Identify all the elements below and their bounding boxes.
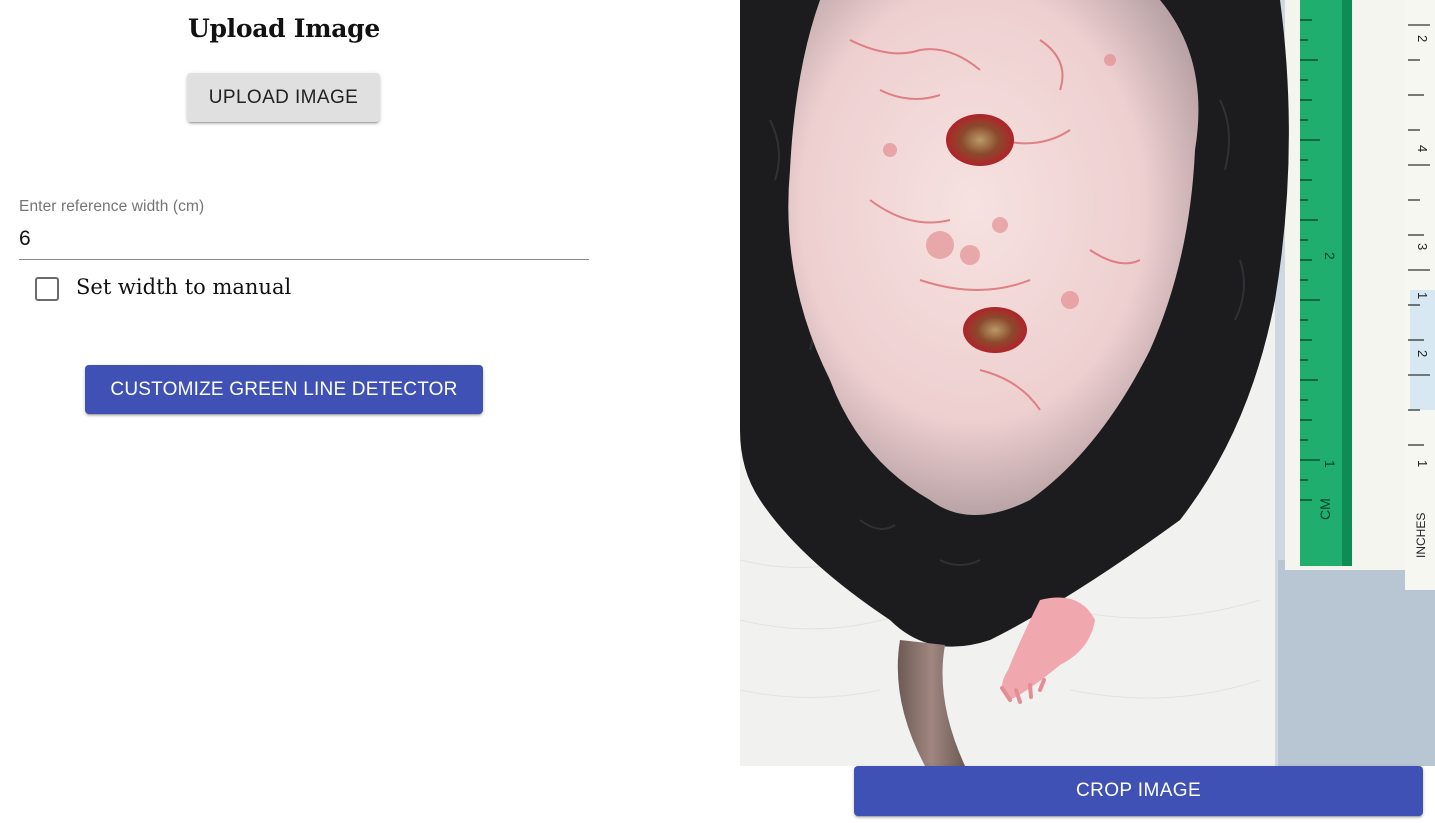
ruler-inch-unit: INCHES (1414, 513, 1428, 558)
manual-width-checkbox[interactable] (35, 277, 59, 301)
manual-width-label[interactable]: Set width to manual (76, 275, 291, 299)
ruler: 2 1 CM 2 4 3 1 2 1 INCHES (1285, 0, 1435, 590)
input-underline (19, 259, 589, 260)
crop-image-button[interactable]: CROP IMAGE (854, 766, 1423, 816)
ruler-cm-unit: CM (1317, 498, 1333, 520)
ruler-inch-label-e: 2 (1415, 350, 1430, 357)
wound-upper (946, 114, 1014, 166)
upload-image-button[interactable]: UPLOAD IMAGE (187, 73, 380, 122)
reference-width-input[interactable] (19, 223, 589, 255)
app-window: Upload Image UPLOAD IMAGE Enter referenc… (0, 0, 1435, 823)
reference-width-label: Enter reference width (cm) (19, 198, 205, 215)
mouse-wound-photo: 2 1 CM 2 4 3 1 2 1 INCHES (740, 0, 1435, 766)
page-title: Upload Image (188, 14, 380, 43)
ruler-cm-label-2: 2 (1322, 252, 1338, 260)
manual-width-row[interactable]: Set width to manual (35, 275, 435, 305)
ruler-inch-label-f: 1 (1415, 460, 1430, 467)
uploaded-image[interactable]: 2 1 CM 2 4 3 1 2 1 INCHES (740, 0, 1435, 766)
ruler-inch-label-a: 2 (1415, 35, 1430, 42)
ruler-inch-label-c: 3 (1415, 243, 1430, 250)
ruler-inch-label-d: 1 (1415, 292, 1430, 299)
image-panel: 2 1 CM 2 4 3 1 2 1 INCHES CROP IMAGE (740, 0, 1435, 823)
controls-panel: Upload Image UPLOAD IMAGE Enter referenc… (0, 0, 740, 823)
reference-width-field: Enter reference width (cm) (19, 196, 589, 260)
wound-lower (963, 307, 1027, 353)
customize-green-line-detector-button[interactable]: CUSTOMIZE GREEN LINE DETECTOR (85, 365, 483, 414)
ruler-inch-label-b: 4 (1415, 145, 1430, 152)
ruler-cm-label-1: 1 (1322, 460, 1338, 468)
